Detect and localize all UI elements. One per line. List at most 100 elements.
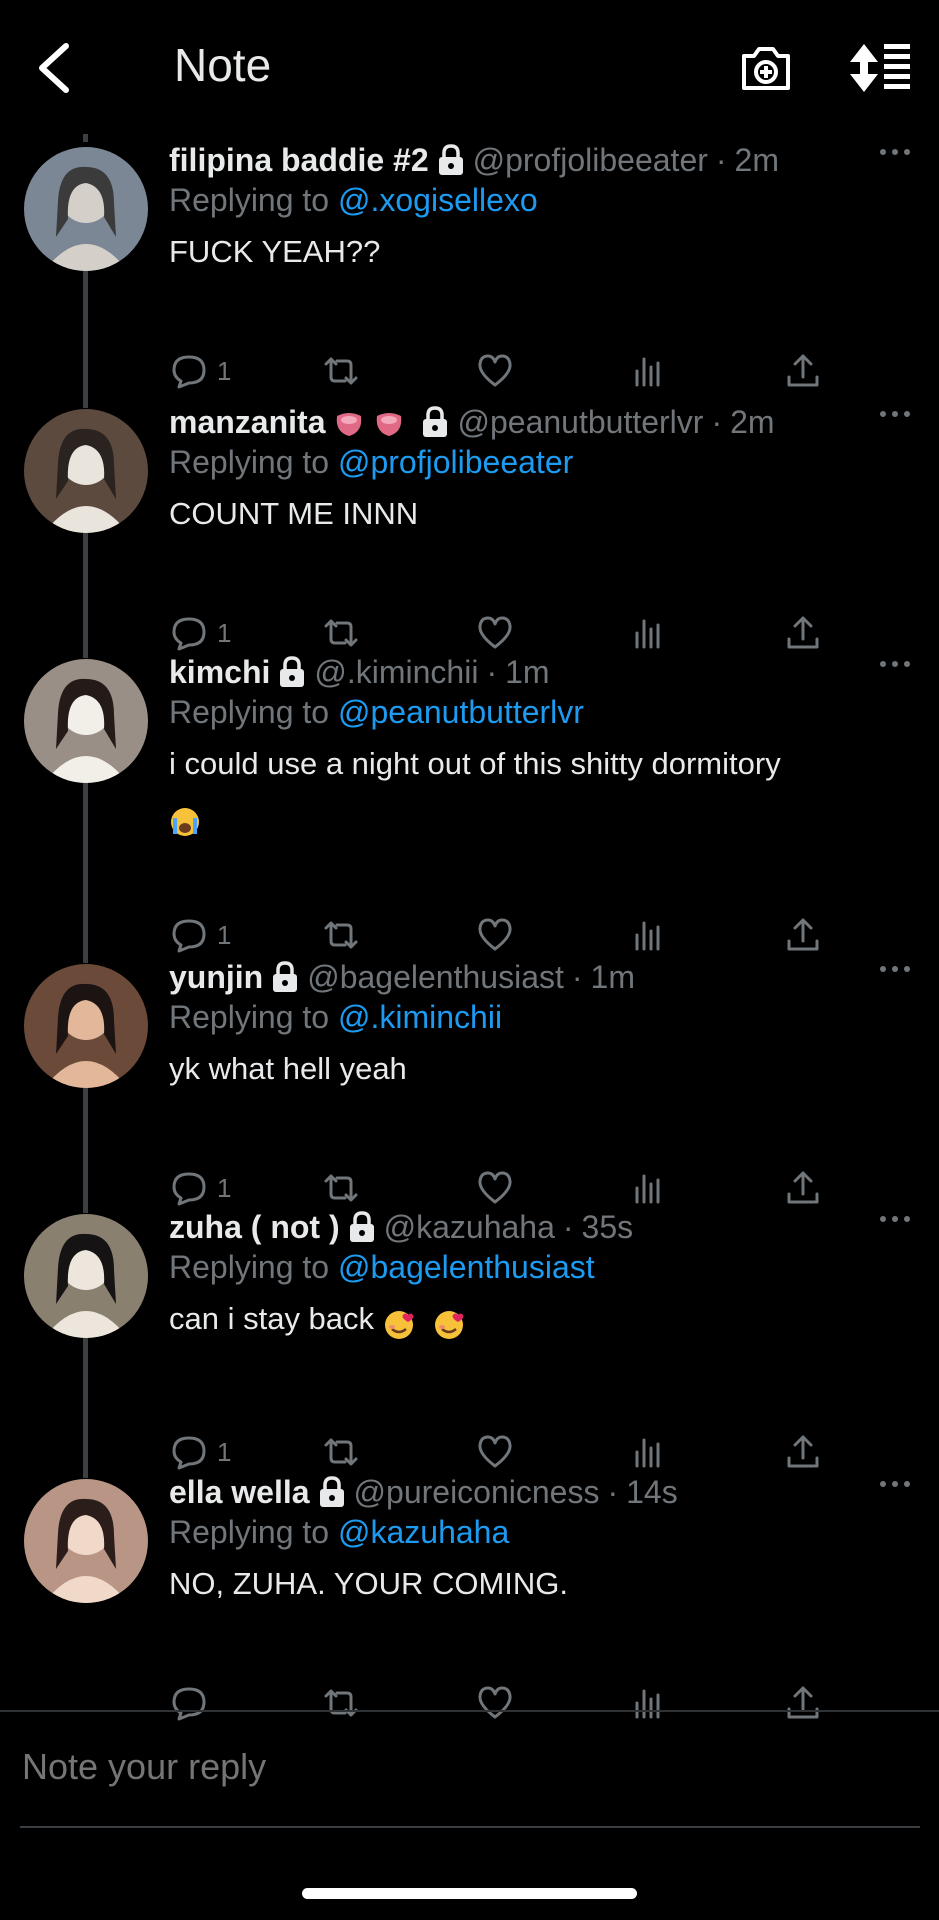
share-button[interactable] <box>783 608 823 658</box>
reply-text-content: can i stay back <box>169 1301 375 1336</box>
more-options-button[interactable] <box>875 402 915 426</box>
avatar[interactable] <box>24 409 148 533</box>
retweet-button[interactable] <box>321 1427 361 1477</box>
replying-to-mention[interactable]: @peanutbutterlvr <box>338 694 584 730</box>
reply-text-content: NO, ZUHA. YOUR COMING. <box>169 1566 569 1601</box>
camera-button[interactable] <box>738 40 794 96</box>
like-button[interactable] <box>475 1678 515 1728</box>
comment-button[interactable]: 1 <box>169 1427 231 1477</box>
replying-to: Replying to @profjolibeeater <box>169 442 915 482</box>
replying-to: Replying to @bagelenthusiast <box>169 1247 915 1287</box>
retweet-button[interactable] <box>321 346 361 396</box>
timestamp: 1m <box>505 654 550 690</box>
retweet-button[interactable] <box>321 1163 361 1213</box>
more-options-button[interactable] <box>875 1207 915 1231</box>
avatar[interactable] <box>24 659 148 783</box>
views-button[interactable] <box>629 1163 669 1213</box>
comment-button[interactable]: 1 <box>169 346 231 396</box>
replying-to-mention[interactable]: @profjolibeeater <box>338 444 573 480</box>
replying-to: Replying to @kazuhaha <box>169 1512 915 1552</box>
like-button[interactable] <box>475 1427 515 1477</box>
thread-connector <box>83 532 88 658</box>
views-button[interactable] <box>629 608 669 658</box>
share-icon <box>783 1168 823 1208</box>
like-button[interactable] <box>475 608 515 658</box>
views-button[interactable] <box>629 910 669 960</box>
retweet-icon <box>321 915 361 955</box>
display-name[interactable]: filipina baddie #2 <box>169 140 429 180</box>
action-bar: 1 <box>169 910 829 960</box>
reply-input[interactable] <box>20 1745 924 1789</box>
views-button[interactable] <box>629 1678 669 1728</box>
user-handle[interactable]: @kazuhaha <box>384 1207 555 1247</box>
page-title: Note <box>174 39 272 91</box>
avatar[interactable] <box>24 1214 148 1338</box>
back-button[interactable] <box>30 38 76 98</box>
sort-button[interactable] <box>850 42 912 94</box>
replying-to-mention[interactable]: @.kiminchii <box>338 999 502 1035</box>
divider <box>0 1710 939 1712</box>
display-name[interactable]: ella wella <box>169 1472 310 1512</box>
reply-item: filipina baddie #2 @profjolibeeater · 2m Rep… <box>0 134 939 408</box>
display-name[interactable]: manzanita <box>169 402 325 442</box>
share-icon <box>783 915 823 955</box>
retweet-button[interactable] <box>321 1678 361 1728</box>
views-button[interactable] <box>629 346 669 396</box>
like-button[interactable] <box>475 346 515 396</box>
lock-icon <box>271 961 299 993</box>
more-options-button[interactable] <box>875 957 915 981</box>
share-button[interactable] <box>783 346 823 396</box>
share-button[interactable] <box>783 910 823 960</box>
display-name[interactable]: zuha ( not ) <box>169 1207 340 1247</box>
avatar[interactable] <box>24 964 148 1088</box>
reply-header: filipina baddie #2 @profjolibeeater · 2m <box>169 140 915 180</box>
replying-to-mention[interactable]: @.xogisellexo <box>338 182 538 218</box>
reply-text: NO, ZUHA. YOUR COMING. <box>169 1558 915 1610</box>
comment-button[interactable]: 1 <box>169 910 231 960</box>
like-icon <box>475 915 515 955</box>
reply-header: ella wella @pureiconicness · 14s <box>169 1472 915 1512</box>
user-handle[interactable]: @profjolibeeater <box>473 140 708 180</box>
user-handle[interactable]: @pureiconicness <box>354 1472 600 1512</box>
more-options-button[interactable] <box>875 652 915 676</box>
share-button[interactable] <box>783 1163 823 1213</box>
camera-plus-icon <box>742 47 790 90</box>
replying-to-label: Replying to <box>169 1249 330 1285</box>
like-icon <box>475 351 515 391</box>
comment-button[interactable]: 1 <box>169 1163 231 1213</box>
views-button[interactable] <box>629 1427 669 1477</box>
like-button[interactable] <box>475 910 515 960</box>
comment-button[interactable] <box>169 1678 217 1728</box>
display-name[interactable]: yunjin <box>169 957 263 997</box>
like-button[interactable] <box>475 1163 515 1213</box>
more-options-button[interactable] <box>875 140 915 164</box>
replying-to-mention[interactable]: @bagelenthusiast <box>338 1249 595 1285</box>
comment-button[interactable]: 1 <box>169 608 231 658</box>
reply-content: yunjin @bagelenthusiast · 1m Replying to @.k… <box>169 957 915 1095</box>
replying-to: Replying to @peanutbutterlvr <box>169 692 915 732</box>
more-icon <box>875 1216 915 1235</box>
replying-to-label: Replying to <box>169 182 330 218</box>
reply-text: i could use a night out of this shitty d… <box>169 738 915 842</box>
action-bar: 1 <box>169 608 829 658</box>
more-options-button[interactable] <box>875 1472 915 1496</box>
user-handle[interactable]: @bagelenthusiast <box>307 957 564 997</box>
thread-connector <box>83 270 88 408</box>
views-icon <box>629 915 669 955</box>
action-bar: 1 <box>169 1427 829 1477</box>
share-button[interactable] <box>783 1427 823 1477</box>
avatar[interactable] <box>24 1479 148 1603</box>
avatar[interactable] <box>24 147 148 271</box>
lock-icon <box>318 1476 346 1508</box>
replying-to-mention[interactable]: @kazuhaha <box>338 1514 509 1550</box>
thread-connector <box>83 1337 88 1478</box>
input-underline <box>20 1826 920 1828</box>
share-button[interactable] <box>783 1678 823 1728</box>
retweet-button[interactable] <box>321 608 361 658</box>
user-handle[interactable]: @peanutbutterlvr <box>457 402 703 442</box>
sort-icon <box>850 44 910 92</box>
retweet-button[interactable] <box>321 910 361 960</box>
home-indicator <box>302 1888 637 1899</box>
user-handle[interactable]: @.kiminchii <box>314 652 478 692</box>
display-name[interactable]: kimchi <box>169 652 270 692</box>
